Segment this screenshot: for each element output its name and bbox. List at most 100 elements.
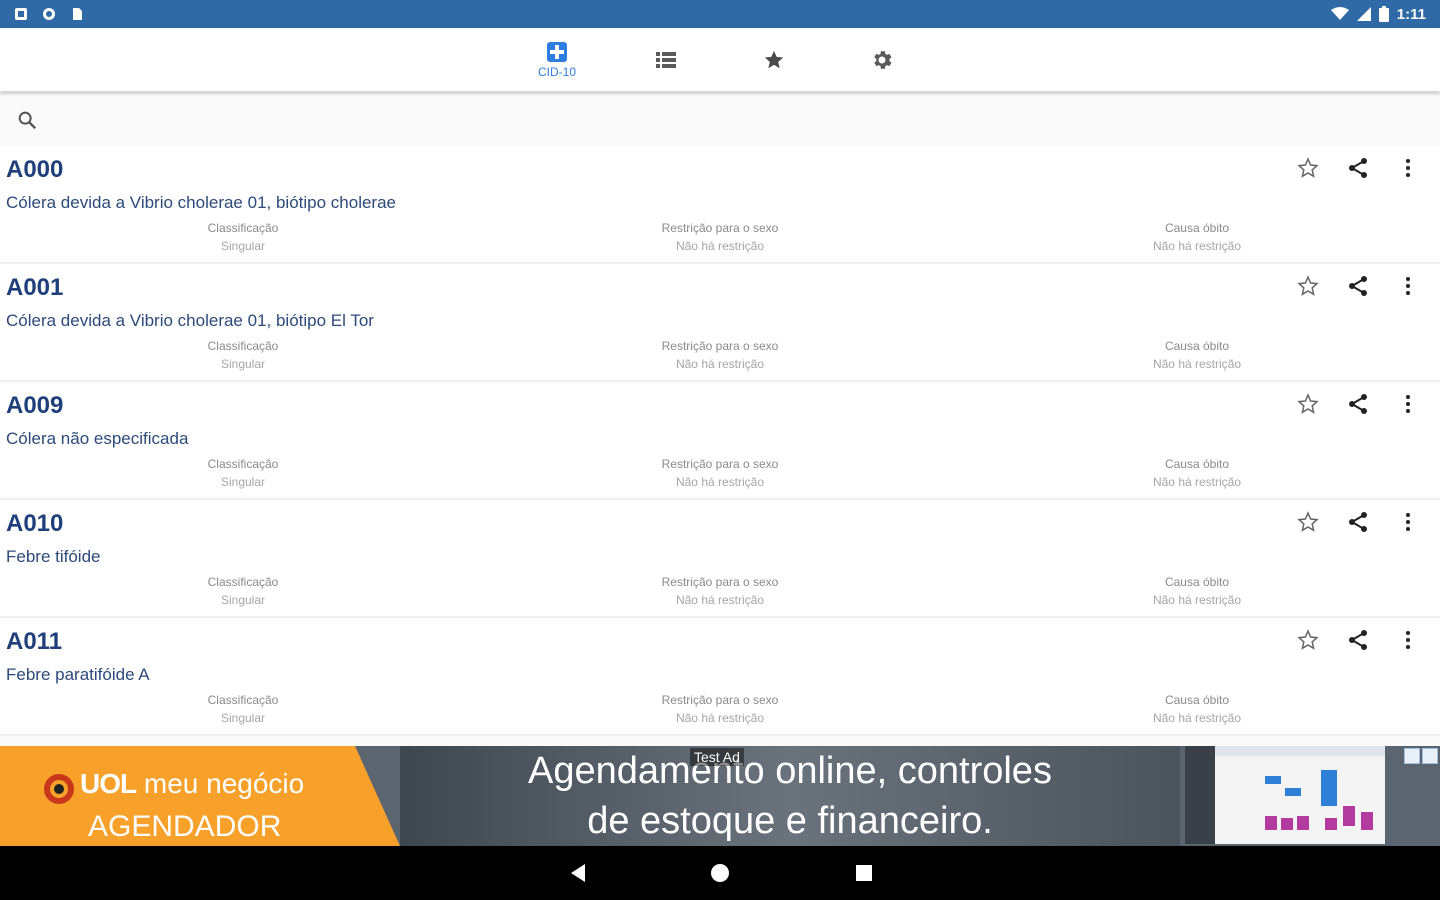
share-button[interactable]	[1344, 154, 1372, 182]
ad-calendar-image	[1185, 746, 1385, 844]
medical-cross-icon	[547, 42, 567, 62]
more-button[interactable]	[1394, 390, 1422, 418]
item-death-cause: Causa óbito Não há restrição	[1097, 457, 1297, 489]
search-input[interactable]	[48, 111, 648, 129]
item-sex-restriction: Restrição para o sexo Não há restrição	[620, 221, 820, 253]
more-vert-icon	[1406, 159, 1410, 177]
list-item[interactable]: A011 Febre paratifóide A Classificação Si…	[0, 618, 1440, 736]
ad-close-controls	[1404, 748, 1438, 764]
ad-headline-line2: de estoque e financeiro.	[587, 800, 993, 842]
status-system: 1:11	[1330, 5, 1426, 23]
share-button[interactable]	[1344, 508, 1372, 536]
more-vert-icon	[1406, 277, 1410, 295]
tab-cid10[interactable]: CID-10	[507, 28, 607, 92]
star-outline-icon	[1297, 393, 1319, 414]
item-classification: Classificação Singular	[143, 457, 343, 489]
more-vert-icon	[1406, 513, 1410, 531]
more-button[interactable]	[1394, 154, 1422, 182]
favorite-button[interactable]	[1294, 154, 1322, 182]
list-item[interactable]: A001 Cólera devida a Vibrio cholerae 01,…	[0, 264, 1440, 382]
star-outline-icon	[1297, 629, 1319, 650]
item-death-cause: Causa óbito Não há restrição	[1097, 221, 1297, 253]
item-sex-restriction: Restrição para o sexo Não há restrição	[620, 457, 820, 489]
death-cause-label: Causa óbito	[1164, 575, 1230, 589]
classification-label: Classificação	[207, 693, 279, 707]
item-sex-restriction: Restrição para o sexo Não há restrição	[620, 339, 820, 371]
item-classification: Classificação Singular	[143, 339, 343, 371]
sex-restriction-value: Não há restrição	[675, 239, 765, 253]
search-bar	[0, 96, 1440, 144]
recents-icon[interactable]	[851, 860, 877, 886]
more-button[interactable]	[1394, 272, 1422, 300]
list-item[interactable]: A009 Cólera não especificada Classificaç…	[0, 382, 1440, 500]
back-icon[interactable]	[565, 860, 591, 886]
item-classification: Classificação Singular	[143, 575, 343, 607]
death-cause-value: Não há restrição	[1152, 475, 1242, 489]
classification-value: Singular	[220, 239, 266, 253]
ad-brand-panel: UOL meu negócio AGENDADOR	[0, 746, 400, 846]
favorite-button[interactable]	[1294, 508, 1322, 536]
favorite-button[interactable]	[1294, 390, 1322, 418]
notification-app-icon	[15, 8, 27, 20]
more-button[interactable]	[1394, 508, 1422, 536]
item-actions	[1294, 626, 1422, 654]
ad-test-tag: Test Ad	[690, 748, 744, 766]
home-icon[interactable]	[707, 860, 733, 886]
list-item[interactable]: A000 Cólera devida a Vibrio cholerae 01,…	[0, 146, 1440, 264]
signal-icon	[1356, 7, 1371, 21]
share-button[interactable]	[1344, 626, 1372, 654]
ad-headline-line1: Agendamento online, controles	[528, 750, 1052, 792]
tab-list[interactable]	[616, 28, 716, 92]
death-cause-value: Não há restrição	[1152, 357, 1242, 371]
sex-restriction-value: Não há restrição	[675, 475, 765, 489]
search-icon[interactable]	[16, 109, 38, 131]
death-cause-value: Não há restrição	[1152, 239, 1242, 253]
more-button[interactable]	[1394, 626, 1422, 654]
item-description: Cólera não especificada	[6, 429, 189, 448]
tab-favorites[interactable]	[724, 28, 824, 92]
gear-icon	[874, 51, 892, 69]
ad-info-icon[interactable]	[1404, 748, 1420, 764]
item-classification: Classificação Singular	[143, 221, 343, 253]
item-code: A010	[6, 510, 64, 537]
tab-cid10-label: CID-10	[537, 65, 576, 79]
ad-brand-sub: AGENDADOR	[88, 810, 282, 843]
more-vert-icon	[1406, 395, 1410, 413]
favorite-button[interactable]	[1294, 272, 1322, 300]
item-description: Cólera devida a Vibrio cholerae 01, biót…	[6, 311, 374, 330]
list-icon	[656, 52, 676, 68]
classification-label: Classificação	[207, 221, 279, 235]
wifi-icon	[1330, 7, 1349, 20]
ad-screenshot-image	[1185, 746, 1385, 844]
item-death-cause: Causa óbito Não há restrição	[1097, 339, 1297, 371]
item-description: Febre tifóide	[6, 547, 101, 566]
sex-restriction-value: Não há restrição	[675, 357, 765, 371]
item-actions	[1294, 154, 1422, 182]
uol-logo-icon	[44, 774, 74, 804]
app-root: 1:11 CID-10 A000 Cólera devida a Vibrio …	[0, 0, 1440, 900]
ad-brand-uol: UOL	[80, 768, 137, 799]
classification-value: Singular	[220, 593, 266, 607]
status-time: 1:11	[1396, 5, 1426, 23]
ad-banner[interactable]: UOL meu negócio AGENDADOR Agendamento on…	[0, 746, 1440, 846]
item-actions	[1294, 272, 1422, 300]
share-icon	[1349, 394, 1367, 414]
item-description: Cólera devida a Vibrio cholerae 01, biót…	[6, 193, 396, 212]
death-cause-value: Não há restrição	[1152, 593, 1242, 607]
item-death-cause: Causa óbito Não há restrição	[1097, 575, 1297, 607]
tab-settings[interactable]	[832, 28, 932, 92]
sex-restriction-value: Não há restrição	[675, 593, 765, 607]
favorite-button[interactable]	[1294, 626, 1322, 654]
ad-close-icon[interactable]	[1422, 748, 1438, 764]
share-button[interactable]	[1344, 272, 1372, 300]
classification-label: Classificação	[207, 457, 279, 471]
item-actions	[1294, 508, 1422, 536]
share-button[interactable]	[1344, 390, 1372, 418]
ad-brand-rest: meu negócio	[143, 768, 305, 799]
tab-bar: CID-10	[0, 28, 1440, 92]
item-code: A000	[6, 156, 64, 183]
item-description: Febre paratifóide A	[6, 665, 150, 684]
star-icon	[764, 50, 784, 69]
classification-value: Singular	[220, 475, 266, 489]
list-item[interactable]: A010 Febre tifóide Classificação Singular…	[0, 500, 1440, 618]
